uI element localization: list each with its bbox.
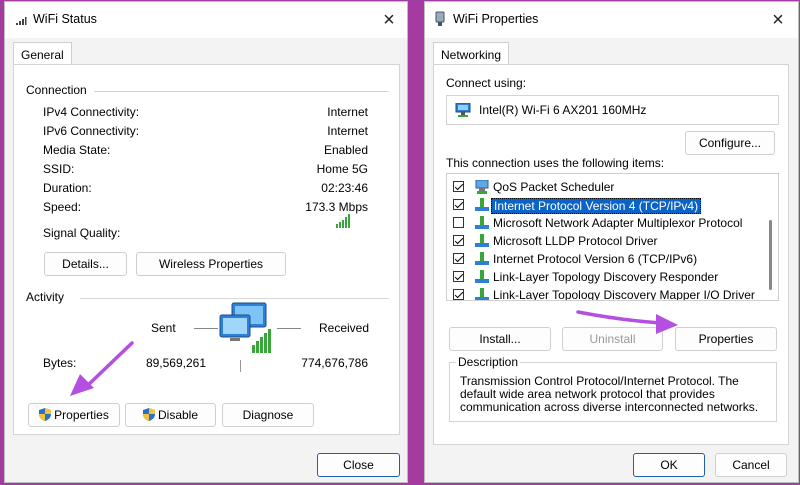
received-label: Received [319,321,370,335]
signal-bars-icon [336,214,352,231]
close-button[interactable]: Close [317,453,400,477]
items-label: This connection uses the following items… [446,156,665,170]
item-label: Microsoft LLDP Protocol Driver [493,234,658,248]
connection-section-title: Connection [26,83,87,97]
list-item[interactable]: QoS Packet Scheduler [451,178,760,196]
properties-button[interactable]: Properties [28,403,120,427]
signal-quality-label: Signal Quality: [43,226,121,240]
close-icon[interactable]: × [768,10,788,30]
activity-section-title: Activity [26,290,65,304]
list-item[interactable]: Link-Layer Topology Discovery Mapper I/O… [451,286,760,301]
sent-label: Sent [151,321,176,335]
description-group: Description Transmission Control Protoco… [449,355,777,422]
shield-icon [39,406,52,428]
ok-button[interactable]: OK [633,453,705,477]
checkbox[interactable] [453,289,464,300]
ipv6-label: IPv6 Connectivity: [43,124,140,138]
duration-label: Duration: [43,181,92,195]
title-bar: WiFi Properties × [425,2,798,38]
description-text: Transmission Control Protocol/Internet P… [460,374,759,414]
adapter-name: Intel(R) Wi-Fi 6 AX201 160MHz [479,103,647,117]
divider [94,91,389,92]
qos-scheduler-icon [475,179,489,197]
item-label: Internet Protocol Version 4 (TCP/IPv4) [491,198,702,214]
speed-label: Speed: [43,200,82,214]
connection-items-list[interactable]: QoS Packet Scheduler Internet Protocol V… [446,173,779,301]
network-adapter-title-icon [433,11,447,30]
shield-icon [142,406,155,428]
list-item[interactable]: Microsoft LLDP Protocol Driver [451,232,760,250]
connect-using-label: Connect using: [446,76,527,90]
list-item[interactable]: Internet Protocol Version 6 (TCP/IPv6) [451,250,760,268]
networking-panel: Connect using: Intel(R) Wi-Fi 6 AX201 16… [433,64,789,445]
bytes-received-value: 774,676,786 [301,356,368,370]
checkbox[interactable] [453,181,464,192]
item-properties-button[interactable]: Properties [675,327,777,351]
network-adapter-icon [455,102,471,120]
checkbox[interactable] [453,199,464,210]
tab-networking[interactable]: Networking [433,42,510,65]
disable-button-label: Disable [157,408,199,422]
configure-button[interactable]: Configure... [685,131,775,155]
network-computers-icon [218,301,274,358]
close-icon[interactable]: × [379,10,399,30]
bytes-sent-value: 89,569,261 [145,356,206,370]
description-title: Description [456,355,521,369]
title-bar: WiFi Status × [5,2,407,38]
protocol-icon [475,288,489,300]
checkbox[interactable] [453,235,464,246]
bytes-label: Bytes: [43,356,77,370]
ssid-label: SSID: [43,162,75,176]
install-button[interactable]: Install... [449,327,551,351]
checkbox[interactable] [453,217,464,228]
properties-button-label: Properties [54,408,109,422]
wireless-properties-button[interactable]: Wireless Properties [136,252,286,276]
window-title: WiFi Properties [453,12,539,26]
protocol-icon [475,252,489,269]
general-panel: Connection IPv4 Connectivity: Internet I… [13,64,400,435]
divider [80,298,389,299]
window-title: WiFi Status [33,12,97,26]
scrollbar-thumb[interactable] [769,220,772,290]
details-button[interactable]: Details... [44,252,127,276]
adapter-box: Intel(R) Wi-Fi 6 AX201 160MHz [446,95,779,125]
received-line [277,328,301,329]
cancel-button[interactable]: Cancel [715,453,787,477]
speed-value: 173.3 Mbps [305,200,368,214]
item-label: QoS Packet Scheduler [493,180,615,194]
list-scrollbar[interactable] [766,180,776,294]
duration-value: 02:23:46 [321,181,368,195]
ssid-value: Home 5G [316,162,368,176]
list-item[interactable]: Link-Layer Topology Discovery Responder [451,268,760,286]
list-item[interactable]: Internet Protocol Version 4 (TCP/IPv4) [451,196,760,214]
ipv4-value: Internet [327,105,368,119]
bytes-divider [240,360,241,372]
item-label: Link-Layer Topology Discovery Mapper I/O… [493,288,755,301]
ipv4-label: IPv4 Connectivity: [43,105,140,119]
diagnose-button[interactable]: Diagnose [222,403,314,427]
protocol-icon [475,234,489,251]
ipv6-value: Internet [327,124,368,138]
wifi-title-icon [15,14,27,29]
media-state-value: Enabled [323,143,368,157]
tab-general[interactable]: General [13,42,72,65]
disable-button[interactable]: Disable [125,403,216,427]
wifi-status-window: WiFi Status × General Connection IPv4 Co… [4,1,408,483]
wifi-properties-window: WiFi Properties × Networking Connect usi… [424,1,799,483]
list-item[interactable]: Microsoft Network Adapter Multiplexor Pr… [451,214,760,232]
uninstall-button[interactable]: Uninstall [562,327,663,351]
sent-line [194,328,218,329]
protocol-icon [475,216,489,233]
item-label: Microsoft Network Adapter Multiplexor Pr… [493,216,743,230]
media-state-label: Media State: [43,143,111,157]
protocol-icon [475,270,489,287]
item-label: Internet Protocol Version 6 (TCP/IPv6) [493,252,698,266]
protocol-icon [475,198,489,215]
item-label: Link-Layer Topology Discovery Responder [493,270,719,284]
checkbox[interactable] [453,253,464,264]
checkbox[interactable] [453,271,464,282]
